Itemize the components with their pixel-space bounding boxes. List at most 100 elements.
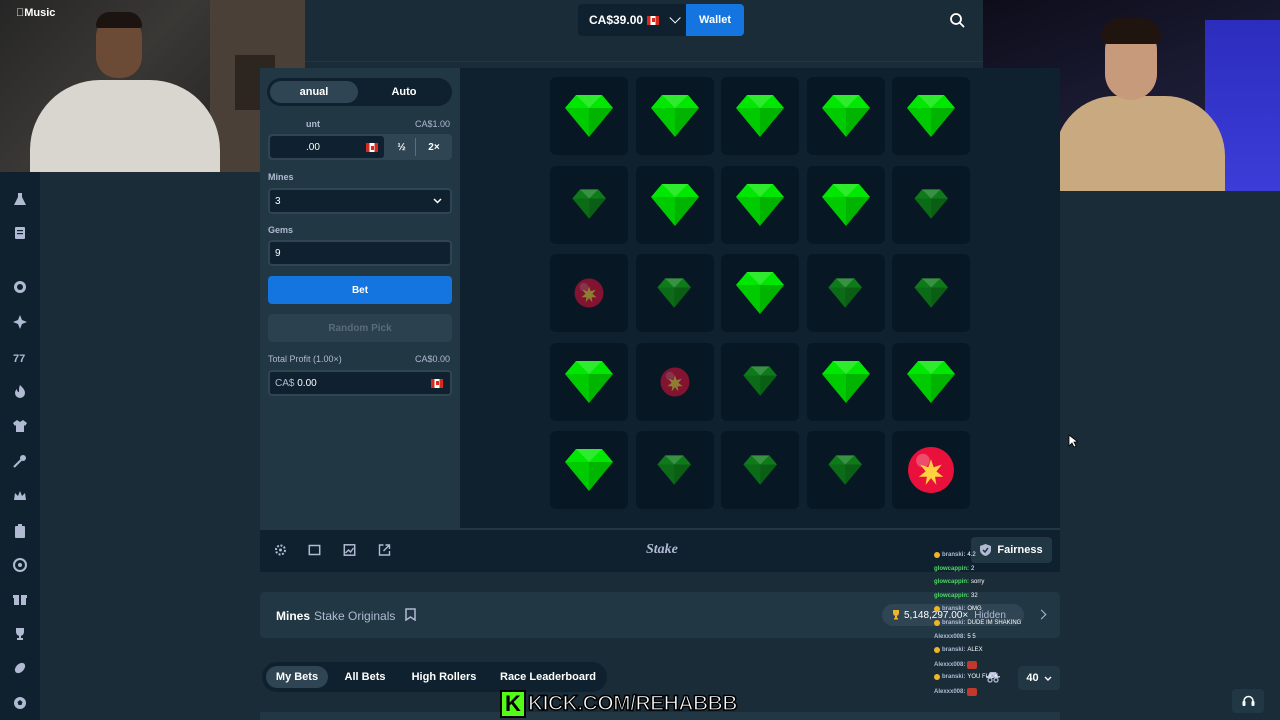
tab-all-bets[interactable]: All Bets [336, 666, 394, 688]
chat-text: OMG [967, 606, 982, 613]
gem-icon [821, 183, 870, 226]
bet-amount-input-value: .00 [306, 141, 320, 153]
mine-tile[interactable] [550, 431, 628, 509]
bookmark-icon[interactable] [405, 608, 416, 621]
mine-tile[interactable] [721, 165, 799, 244]
mine-tile[interactable] [892, 342, 970, 421]
chat-username: branski: [942, 552, 966, 558]
mine-tile[interactable] [892, 77, 970, 155]
popout-icon[interactable] [378, 544, 391, 556]
mine-icon [908, 447, 954, 493]
mine-tile[interactable] [806, 165, 885, 244]
mine-tile[interactable] [892, 165, 970, 244]
stream-chat-overlay: branski: 4.2 glowcappin: 2 glowcappin: sorry g… [934, 552, 1044, 720]
sparkle-icon[interactable] [13, 315, 27, 329]
shirt-icon[interactable] [13, 419, 27, 433]
77-icon[interactable]: 77 [13, 350, 27, 364]
chat-text: 2 [971, 565, 975, 572]
tab-race-leaderboard[interactable]: Race Leaderboard [494, 666, 602, 688]
target-icon[interactable] [13, 558, 27, 572]
gem-icon [828, 455, 863, 485]
mine-icon [574, 278, 604, 308]
support-button[interactable] [1232, 689, 1264, 713]
mine-tile[interactable] [892, 431, 970, 509]
football-icon[interactable] [13, 661, 27, 675]
tab-high-rollers[interactable]: High Rollers [404, 666, 484, 688]
total-profit-value: CA$0.00 [415, 354, 451, 364]
tab-my-bets[interactable]: My Bets [266, 666, 328, 688]
profit-currency: CA$ [275, 377, 295, 389]
mine-tile[interactable] [635, 431, 714, 509]
mine-tile[interactable] [635, 342, 714, 421]
soccer-ball-icon[interactable] [13, 696, 27, 710]
mine-tile[interactable] [635, 254, 714, 332]
chat-text: DUDE IM SHAKING [967, 620, 1022, 626]
gem-icon [565, 449, 613, 491]
webcam-person-hair [96, 12, 142, 28]
mine-tile[interactable] [721, 254, 799, 332]
gem-icon [821, 360, 870, 403]
gem-icon [650, 183, 699, 226]
stats-icon[interactable] [343, 544, 356, 556]
gift-icon[interactable] [13, 592, 27, 606]
mine-tile[interactable] [806, 254, 885, 332]
gem-icon [572, 189, 606, 220]
settings-icon[interactable] [274, 544, 287, 556]
chevron-down-icon [1044, 676, 1052, 681]
mine-tile[interactable] [892, 254, 970, 332]
random-pick-button[interactable]: Random Pick [268, 314, 452, 342]
document-icon[interactable] [13, 226, 27, 240]
mine-tile[interactable] [806, 77, 885, 155]
mine-tile[interactable] [550, 77, 628, 155]
trophy-icon[interactable] [13, 627, 27, 641]
gem-icon [565, 360, 613, 403]
chat-text: 32 [971, 592, 978, 599]
search-icon[interactable] [949, 12, 965, 28]
coin-icon[interactable] [13, 280, 27, 294]
flask-icon[interactable] [13, 192, 27, 206]
chat-username: Alexxx008: [934, 661, 966, 668]
chat-username: branski: [942, 674, 966, 681]
tab-auto[interactable]: Auto [360, 81, 448, 103]
gem-icon [914, 189, 948, 220]
theatre-mode-icon[interactable] [308, 544, 321, 556]
mines-label: Mines [268, 172, 294, 182]
headset-icon [1242, 695, 1254, 706]
mine-icon [660, 367, 689, 396]
chat-message: Alexxx008: 5 5 [934, 634, 976, 640]
chat-message: branski: OMG [934, 606, 982, 613]
wallet-button[interactable]: Wallet [686, 4, 744, 36]
mine-tile[interactable] [550, 165, 628, 244]
mine-tile[interactable] [721, 342, 799, 421]
crown-icon[interactable] [13, 489, 27, 503]
mines-select[interactable]: 3 [268, 188, 452, 214]
chat-text: 4.2 [967, 552, 976, 558]
mine-tile[interactable] [635, 77, 714, 155]
canada-flag-icon [431, 378, 443, 388]
mine-tile[interactable] [721, 431, 799, 509]
mine-tile[interactable] [550, 254, 628, 332]
key-icon[interactable] [13, 454, 27, 468]
stake-logo: Stake [646, 542, 678, 557]
chat-username: branski: [942, 647, 966, 654]
half-bet-button[interactable]: ½ [388, 138, 416, 156]
sidebar: 77 [0, 172, 40, 720]
webcam-person-hair [1101, 18, 1161, 44]
mine-tile[interactable] [721, 77, 799, 155]
canada-flag-icon [366, 143, 378, 152]
mine-tile[interactable] [806, 342, 885, 421]
chat-emote-icon [967, 660, 978, 669]
fire-icon[interactable] [13, 384, 27, 398]
bet-button[interactable]: Bet [268, 276, 452, 304]
mine-tile[interactable] [635, 165, 714, 244]
chat-text: ALEX [967, 647, 983, 654]
chat-message: glowcappin: 2 [934, 566, 974, 572]
double-bet-button[interactable]: 2× [418, 138, 450, 156]
mine-tile[interactable] [550, 342, 628, 421]
chat-text: YOU FUCK [967, 674, 999, 681]
mine-tile[interactable] [806, 431, 885, 509]
clipboard-icon[interactable] [13, 524, 27, 538]
tab-manual[interactable]: anual [270, 81, 358, 103]
game-provider[interactable]: Stake Originals [314, 609, 395, 623]
balance-selector[interactable]: CA$39.00 [578, 4, 686, 36]
